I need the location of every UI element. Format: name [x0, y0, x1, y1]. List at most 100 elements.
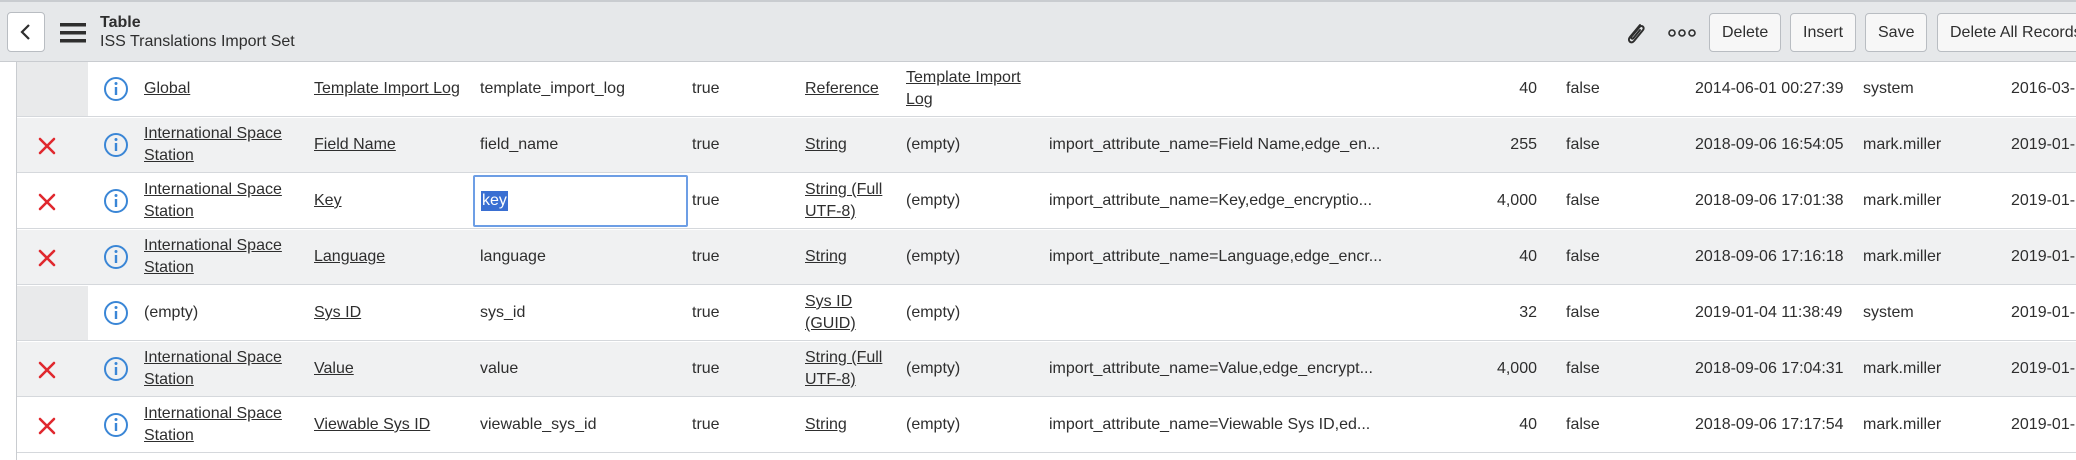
info-icon[interactable]: [103, 244, 129, 270]
delete-button[interactable]: Delete: [1709, 13, 1782, 52]
cell-active: true: [692, 304, 720, 321]
cell-created-by: mark.miller: [1863, 248, 1942, 265]
cell-label[interactable]: Viewable Sys ID: [314, 398, 474, 452]
cell-created: 2018-09-06 17:16:18: [1695, 248, 1844, 265]
cell-reference: (empty): [906, 192, 961, 209]
table-bottom: [17, 454, 2076, 460]
inline-edit-selected-text[interactable]: key: [481, 191, 508, 211]
cell-created: 2018-09-06 17:01:38: [1695, 192, 1844, 209]
info-icon[interactable]: [103, 76, 129, 102]
cell-scope[interactable]: International Space Station: [144, 398, 304, 452]
cell-updated: 2019-01-: [2011, 416, 2076, 433]
cell-type[interactable]: String: [805, 398, 895, 452]
cell-updated: 2019-01-: [2011, 360, 2076, 377]
delete-row-icon[interactable]: [38, 193, 56, 211]
cell-label[interactable]: Value: [314, 342, 474, 396]
cell-name: viewable_sys_id: [480, 416, 597, 433]
hamburger-icon[interactable]: [60, 23, 86, 43]
cell-type[interactable]: Sys ID (GUID): [805, 286, 895, 340]
paperclip-icon[interactable]: [1624, 21, 1648, 47]
cell-label[interactable]: Key: [314, 174, 474, 228]
cell-active: true: [692, 248, 720, 265]
cell-max-length: 40: [1519, 80, 1537, 97]
title-block: Table ISS Translations Import Set: [100, 14, 295, 52]
page-title: Table: [100, 14, 141, 31]
insert-button[interactable]: Insert: [1790, 13, 1857, 52]
info-icon[interactable]: [103, 300, 129, 326]
cell-name: value: [480, 360, 519, 377]
cell-scope[interactable]: Global: [144, 62, 304, 116]
delete-row-icon[interactable]: [38, 361, 56, 379]
save-button[interactable]: Save: [1865, 13, 1928, 52]
cell-active: true: [692, 360, 720, 377]
cell-active: true: [692, 416, 720, 433]
table-row[interactable]: International Space Station Language langu…: [17, 230, 2076, 285]
table-row[interactable]: International Space Station Key key true Str…: [17, 174, 2076, 229]
cell-created-by: mark.miller: [1863, 192, 1942, 209]
cell-created: 2018-09-06 17:17:54: [1695, 416, 1844, 433]
chevron-left-icon: [20, 24, 30, 40]
info-icon[interactable]: [103, 356, 129, 382]
delete-row-icon[interactable]: [38, 137, 56, 155]
cell-active: true: [692, 80, 720, 97]
cell-display: false: [1566, 80, 1600, 97]
cell-created: 2018-09-06 17:04:31: [1695, 360, 1844, 377]
cell-attributes: import_attribute_name=Key,edge_encryptio…: [1049, 192, 1373, 209]
more-options-icon[interactable]: [1668, 29, 1696, 37]
cell-created: 2014-06-01 00:27:39: [1695, 80, 1844, 97]
back-button[interactable]: [7, 12, 45, 52]
cell-name: field_name: [480, 136, 559, 153]
delete-row-icon[interactable]: [38, 417, 56, 435]
cell-reference[interactable]: Template Import Log: [906, 62, 1036, 116]
table-row[interactable]: (empty) Sys ID sys_id true Sys ID (GUID) (emp…: [17, 286, 2076, 341]
cell-attributes: import_attribute_name=Language,edge_encr…: [1049, 248, 1383, 265]
cell-scope[interactable]: International Space Station: [144, 118, 304, 172]
cell-created-by: system: [1863, 304, 1914, 321]
cell-type[interactable]: String (Full UTF-8): [805, 174, 895, 228]
cell-label[interactable]: Language: [314, 230, 474, 284]
cell-label[interactable]: Template Import Log: [314, 62, 474, 116]
table-row[interactable]: International Space Station Viewable Sys …: [17, 398, 2076, 453]
cell-updated: 2019-01-: [2011, 304, 2076, 321]
cell-type[interactable]: String: [805, 230, 895, 284]
cell-created: 2018-09-06 16:54:05: [1695, 136, 1844, 153]
cell-created-by: mark.miller: [1863, 136, 1942, 153]
delete-all-records-button[interactable]: Delete All Records: [1937, 13, 2076, 52]
page-subtitle: ISS Translations Import Set: [100, 33, 295, 50]
cell-type[interactable]: String (Full UTF-8): [805, 342, 895, 396]
cell-updated: 2019-01-: [2011, 136, 2076, 153]
info-icon[interactable]: [103, 412, 129, 438]
cell-reference: (empty): [906, 136, 961, 153]
cell-attributes: import_attribute_name=Value,edge_encrypt…: [1049, 360, 1373, 377]
cell-display: false: [1566, 136, 1600, 153]
cell-name: language: [480, 248, 546, 265]
cell-label[interactable]: Field Name: [314, 118, 474, 172]
delete-row-icon[interactable]: [38, 249, 56, 267]
table-row[interactable]: International Space Station Value value tru…: [17, 342, 2076, 397]
info-icon[interactable]: [103, 188, 129, 214]
cell-attributes: [1049, 286, 1409, 340]
cell-max-length: 4,000: [1496, 192, 1537, 209]
table-row[interactable]: International Space Station Field Name fie…: [17, 118, 2076, 173]
cell-created: 2019-01-04 11:38:49: [1695, 304, 1843, 321]
cell-type[interactable]: String: [805, 118, 895, 172]
cell-max-length: 40: [1519, 248, 1537, 265]
table-row[interactable]: Global Template Import Log template_import…: [17, 62, 2076, 117]
cell-name: template_import_log: [480, 80, 625, 97]
inline-edit-field[interactable]: key: [473, 175, 688, 227]
cell-label[interactable]: Sys ID: [314, 286, 474, 340]
cell-reference: (empty): [906, 416, 961, 433]
form-header: Table ISS Translations Import Set Delete…: [0, 0, 2076, 62]
cell-scope[interactable]: International Space Station: [144, 174, 304, 228]
cell-scope: (empty): [144, 304, 199, 321]
cell-type[interactable]: Reference: [805, 62, 895, 116]
row-action-cell: [17, 62, 88, 116]
cell-scope[interactable]: International Space Station: [144, 230, 304, 284]
cell-created-by: mark.miller: [1863, 416, 1942, 433]
cell-scope[interactable]: International Space Station: [144, 342, 304, 396]
cell-display: false: [1566, 304, 1600, 321]
cell-display: false: [1566, 416, 1600, 433]
cell-display: false: [1566, 192, 1600, 209]
cell-updated: 2019-01-: [2011, 248, 2076, 265]
info-icon[interactable]: [103, 132, 129, 158]
